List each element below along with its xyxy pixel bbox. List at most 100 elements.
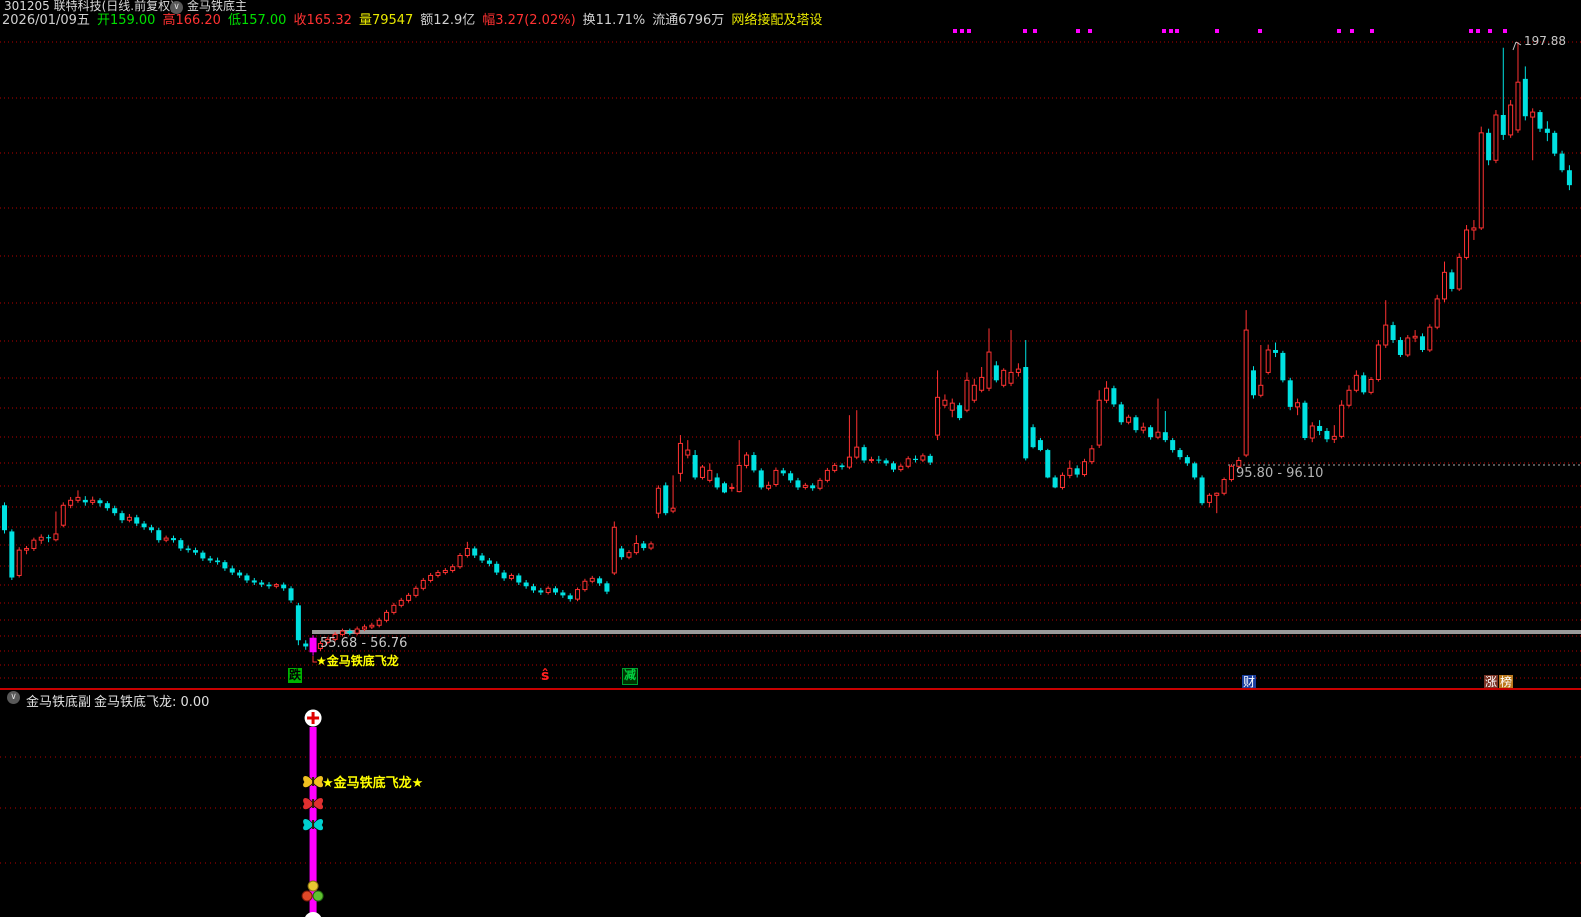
candle-down [1199,477,1205,504]
candle-up [1412,335,1418,339]
candle-down [1023,367,1029,459]
candle-down [1302,402,1308,439]
candle-up [582,580,588,591]
candle-up [1309,425,1315,439]
candle-down [185,548,191,551]
candle-up [979,376,985,391]
candle-up [1059,474,1065,488]
candle-down [1566,170,1572,186]
candle-down [553,588,559,593]
candle-down [112,508,118,514]
high-price-label: 197.88 [1524,34,1566,48]
candle-up [824,469,830,481]
info-item: 幅3.27(2.02%) [482,13,576,28]
candle-up [60,504,66,526]
ball-yellow-icon [307,880,319,892]
candle-down [619,548,625,558]
info-item: 换11.71% [582,13,646,28]
candle-up [1258,384,1264,396]
candle-down [913,458,919,461]
candle-up [508,574,514,579]
candle-down [1177,450,1183,458]
candle-down [178,540,184,549]
candle-up [677,442,683,474]
candle-down [266,584,272,587]
candle-down [523,582,529,587]
candle-up [24,547,30,551]
candle-down [193,550,199,553]
low-zone-band [312,630,1581,634]
info-item: 2026/01/09五 [2,13,90,28]
candle-up [1515,81,1521,131]
candle-up [655,487,661,514]
event-dot [960,29,964,33]
candle-up [949,402,955,411]
candle-up [75,496,81,501]
candle-down [1273,349,1279,353]
info-item[interactable]: 网络接配及塔设 [731,13,822,28]
candle-down [1045,450,1051,478]
event-dot [1175,29,1179,33]
candle-down [567,595,573,600]
candle-up [428,574,434,581]
sub-indicator-value: 金马铁底飞龙: 0.00 [94,695,210,710]
candle-up [1089,448,1095,463]
candle-down [170,538,176,541]
candle-up [1346,389,1352,406]
candle-down [1148,427,1154,438]
candle-down [883,460,889,464]
candle-down [1324,430,1330,440]
candle-down [1162,432,1168,441]
candle-up [406,594,412,601]
candle-down [288,588,294,601]
candle-up [68,499,74,506]
event-dot [1476,29,1480,33]
candle-down [1552,132,1558,154]
candle-down [1280,352,1286,381]
candle-up [1434,298,1440,328]
candle-up [545,587,551,593]
candle-down [347,631,353,634]
candle-up [1096,399,1102,446]
candle-up [942,399,948,406]
candle-up [817,479,823,489]
info-item: 开159.00 [96,13,156,28]
candle-up [16,549,22,576]
signal-candle [309,637,317,653]
event-dot [1023,29,1027,33]
candle-down [259,582,265,585]
sub-indicator-name[interactable]: 金马铁底副 [26,691,91,710]
candle-up [450,566,456,571]
main-indicator-name[interactable]: 金马铁底主 [187,0,247,13]
info-item: 量79547 [358,13,414,28]
candle-up [1126,416,1132,423]
candle-down [1449,272,1455,289]
candle-down [1500,114,1506,135]
candle-up [1375,344,1381,380]
candle-down [641,543,647,549]
candlestick-chart[interactable] [0,0,1581,917]
event-dot [1350,29,1354,33]
candle-down [530,586,536,591]
candle-down [486,560,492,564]
candle-up [369,624,375,628]
candle-up [38,536,44,541]
candle-up [398,599,404,606]
event-dot [1162,29,1166,33]
candle-up [935,396,941,436]
candle-down [1559,153,1565,171]
candle-down [222,562,228,569]
candle-down [663,485,669,514]
bottom-circle-icon [305,912,322,917]
candle-down [1419,336,1425,350]
candle-down [1522,78,1528,117]
dragon-signal-label: ★金马铁底飞龙 [316,654,399,668]
event-dot [1370,29,1374,33]
candle-down [538,590,544,593]
candle-down [134,517,140,524]
candle-up [339,630,345,635]
chevron-down-icon[interactable]: ∨ [7,691,20,704]
candle-down [751,455,757,471]
candle-up [464,547,470,557]
candle-up [1001,369,1007,386]
